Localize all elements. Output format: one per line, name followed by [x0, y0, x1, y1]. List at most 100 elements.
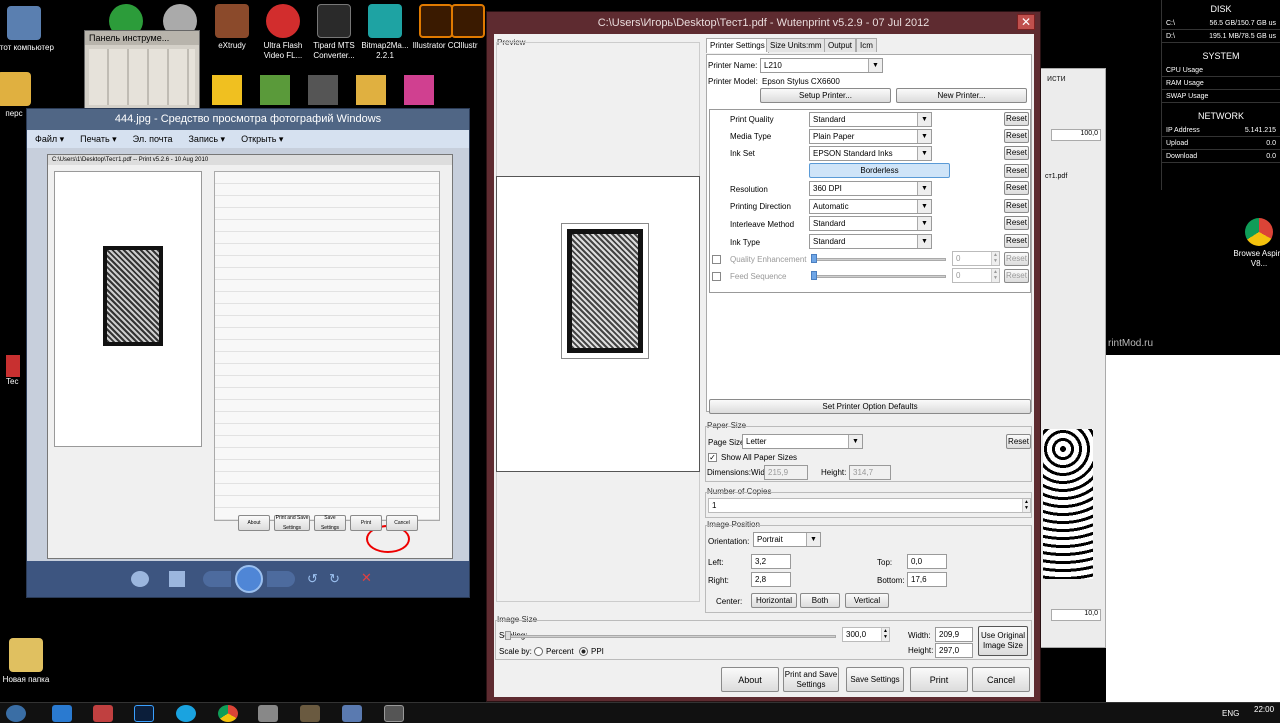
viewer-menu-print[interactable]: Печать ▾ — [80, 134, 117, 145]
clock[interactable]: 22:00 — [1254, 705, 1274, 714]
wutenprint-icon[interactable] — [384, 705, 404, 722]
top-margin-field[interactable]: 0,0 — [907, 554, 947, 569]
image-width-field[interactable]: 209,9 — [935, 627, 973, 642]
tab-size-units[interactable]: Size Units:mm — [766, 38, 826, 52]
paper-width-field[interactable]: 215,9 — [764, 465, 808, 480]
reset-quality-enhancement-button[interactable]: Reset — [1004, 252, 1029, 266]
delete-icon[interactable]: ✕ — [361, 570, 375, 586]
printer-name-select[interactable]: L210 ▼ — [760, 58, 883, 73]
printer-icon[interactable] — [258, 705, 278, 722]
palette-tools — [89, 49, 195, 105]
reset-interleave-method-button[interactable]: Reset — [1004, 216, 1029, 230]
orientation-select[interactable]: Portrait ▼ — [753, 532, 821, 547]
tab-icm[interactable]: Icm — [856, 38, 877, 52]
option-printing-direction-select[interactable]: Automatic ▼ — [809, 199, 932, 214]
panel-file-label: ст1.pdf — [1045, 173, 1068, 180]
rotate-right-icon[interactable]: ↻ — [329, 571, 343, 587]
borderless-button[interactable]: Borderless — [809, 163, 950, 178]
reset-ink-type-button[interactable]: Reset — [1004, 234, 1029, 248]
option-print-quality-select[interactable]: Standard ▼ — [809, 112, 932, 127]
feed-sequence-thumb[interactable] — [811, 271, 817, 280]
chrome-icon[interactable] — [218, 705, 238, 722]
center-horizontal-button[interactable]: Horizontal — [751, 593, 797, 608]
reset-printing-direction-button[interactable]: Reset — [1004, 199, 1029, 213]
feed-sequence-slider[interactable] — [812, 275, 946, 278]
panel-value-field[interactable]: 100,0 — [1051, 129, 1101, 141]
quality-enhancement-spin[interactable]: 0 ▲ ▼ — [952, 251, 1000, 266]
scaling-slider[interactable] — [506, 635, 836, 638]
copies-spin[interactable]: 1 ▲ ▼ — [708, 498, 1031, 513]
page-size-select[interactable]: Letter ▼ — [742, 434, 863, 449]
fit-icon[interactable] — [169, 571, 185, 587]
option-ink-set-select[interactable]: EPSON Standard Inks ▼ — [809, 146, 932, 161]
quality-enhancement-checkbox[interactable] — [712, 255, 721, 264]
right-margin-field[interactable]: 2,8 — [751, 572, 791, 587]
setup-printer-button[interactable]: Setup Printer... — [760, 88, 891, 103]
next-icon[interactable] — [267, 571, 295, 587]
desktop-icon-partial[interactable]: Tec — [6, 355, 26, 395]
option-ink-type-select[interactable]: Standard ▼ — [809, 234, 932, 249]
previous-icon[interactable] — [203, 571, 231, 587]
save-settings-button[interactable]: Save Settings — [846, 667, 904, 692]
reset-ink-set-button[interactable]: Reset — [1004, 146, 1029, 160]
show-all-paper-sizes-checkbox[interactable]: ✓ — [708, 453, 717, 462]
ie-icon[interactable] — [52, 705, 72, 722]
scaling-thumb[interactable] — [505, 631, 511, 640]
reset-resolution-button[interactable]: Reset — [1004, 181, 1029, 195]
language-indicator[interactable]: ENG — [1222, 709, 1239, 718]
new-printer-button[interactable]: New Printer... — [896, 88, 1027, 103]
slideshow-icon[interactable] — [235, 565, 263, 593]
quality-enhancement-slider[interactable] — [812, 258, 946, 261]
desktop-icon-new-folder[interactable]: Новая папка — [0, 638, 56, 685]
desktop-icon-this-pc[interactable]: Этот компьютер — [0, 6, 54, 53]
panel-brushes — [1043, 429, 1093, 579]
reset-borderless-button[interactable]: Reset — [1004, 164, 1029, 178]
reset-print-quality-button[interactable]: Reset — [1004, 112, 1029, 126]
option-media-type-select[interactable]: Plain Paper ▼ — [809, 129, 932, 144]
app-icon — [308, 75, 338, 105]
viewer-menu-open[interactable]: Открыть ▾ — [241, 134, 283, 145]
skype-icon[interactable] — [176, 705, 196, 722]
about-button[interactable]: About — [721, 667, 779, 692]
viewer-menu-file[interactable]: Файл ▾ — [35, 134, 64, 145]
center-both-button[interactable]: Both — [800, 593, 840, 608]
zoom-icon[interactable] — [131, 571, 149, 587]
option-interleave-method-select[interactable]: Standard ▼ — [809, 216, 932, 231]
feed-sequence-checkbox[interactable] — [712, 272, 721, 281]
scaling-spin[interactable]: 300,0 ▲ ▼ — [842, 627, 890, 642]
reset-feed-sequence-button[interactable]: Reset — [1004, 269, 1029, 283]
panel-value2-field[interactable]: 10,0 — [1051, 609, 1101, 621]
copies-value: 1 — [712, 501, 717, 510]
quality-enhancement-thumb[interactable] — [811, 254, 817, 263]
gimp-icon[interactable] — [300, 705, 320, 722]
set-printer-defaults-button[interactable]: Set Printer Option Defaults — [709, 399, 1031, 414]
scale-by-percent-radio[interactable] — [534, 647, 543, 656]
start-button[interactable] — [6, 705, 26, 722]
desktop-icon-chrome[interactable]: Browse Aspire V8... — [1232, 218, 1280, 269]
image-height-field[interactable]: 297,0 — [935, 643, 973, 658]
desktop-icon-illustrator-2[interactable]: Illustr — [448, 4, 488, 51]
use-original-size-button[interactable]: Use Original Image Size — [978, 626, 1028, 656]
paper-height-field[interactable]: 314,7 — [849, 465, 891, 480]
bottom-margin-field[interactable]: 17,6 — [907, 572, 947, 587]
rotate-left-icon[interactable]: ↺ — [307, 571, 321, 587]
tab-printer-settings[interactable]: Printer Settings — [706, 38, 769, 53]
viewer-menu-email[interactable]: Эл. почта — [133, 134, 173, 144]
close-button[interactable]: ✕ — [1017, 14, 1035, 30]
viewer-menu-burn[interactable]: Запись ▾ — [189, 134, 226, 145]
photoshop-icon[interactable] — [134, 705, 154, 722]
tab-output[interactable]: Output — [824, 38, 857, 52]
cancel-button[interactable]: Cancel — [972, 667, 1030, 692]
print-and-save-settings-button[interactable]: Print and Save Settings — [783, 667, 839, 692]
option-resolution-select[interactable]: 360 DPI ▼ — [809, 181, 932, 196]
left-margin-field[interactable]: 3,2 — [751, 554, 791, 569]
center-vertical-button[interactable]: Vertical — [845, 593, 889, 608]
feed-sequence-spin[interactable]: 0 ▲ ▼ — [952, 268, 1000, 283]
reset-paper-size-button[interactable]: Reset — [1006, 434, 1031, 449]
app-icon[interactable] — [93, 705, 113, 722]
reset-media-type-button[interactable]: Reset — [1004, 129, 1029, 143]
scale-by-ppi-radio[interactable] — [579, 647, 588, 656]
photo-viewer-icon[interactable] — [342, 705, 362, 722]
taskbar: ENG 22:00 — [0, 702, 1280, 723]
print-button[interactable]: Print — [910, 667, 968, 692]
